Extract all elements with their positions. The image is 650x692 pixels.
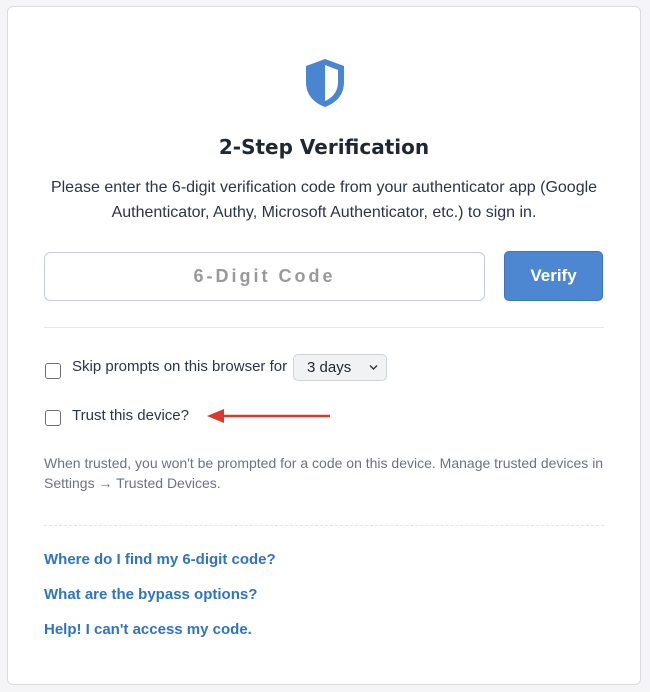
page-subtitle: Please enter the 6-digit verification co… <box>50 179 598 221</box>
trust-note: When trusted, you won't be prompted for … <box>44 455 604 491</box>
divider <box>44 327 604 328</box>
code-input[interactable] <box>44 252 485 301</box>
skip-prompts-label: Skip prompts on this browser for <box>72 358 288 375</box>
trust-device-label: Trust this device? <box>72 407 189 424</box>
verification-card: 2-Step Verification Please enter the 6-d… <box>7 6 641 685</box>
page-title: 2-Step Verification <box>218 135 430 159</box>
annotation-arrow-icon <box>207 409 330 423</box>
help-link-bypass-options[interactable]: What are the bypass options? <box>44 586 257 603</box>
trust-device-checkbox[interactable] <box>45 410 61 426</box>
divider-dashed <box>44 525 604 526</box>
help-link-cant-access[interactable]: Help! I can't access my code. <box>44 621 252 638</box>
help-link-find-code[interactable]: Where do I find my 6-digit code? <box>44 551 276 568</box>
shield-icon <box>306 59 344 107</box>
chevron-down-icon <box>369 365 378 370</box>
skip-duration-select[interactable]: 3 days <box>293 354 387 381</box>
verify-button[interactable]: Verify <box>504 251 603 301</box>
skip-duration-value: 3 days <box>307 359 352 376</box>
skip-prompts-checkbox[interactable] <box>45 363 61 379</box>
